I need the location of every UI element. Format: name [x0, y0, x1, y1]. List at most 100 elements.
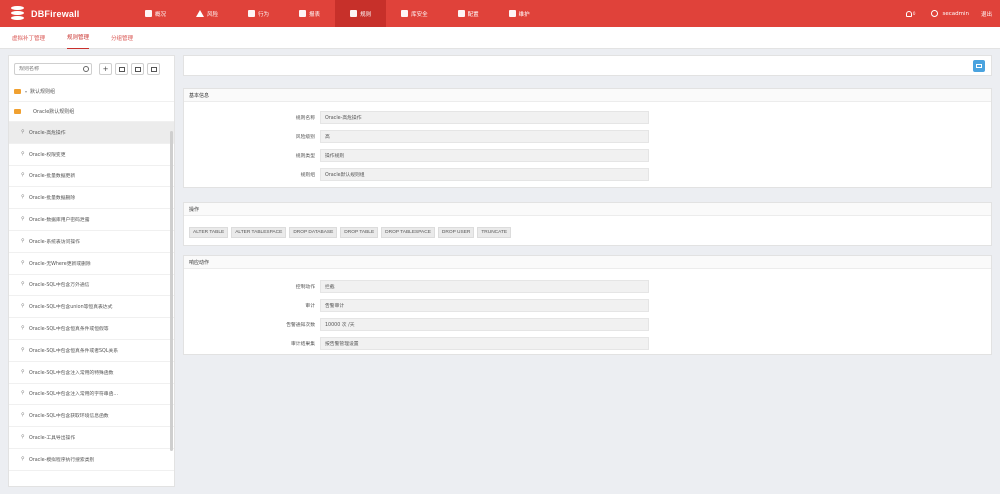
- audit-result-value: 按告警管理设置: [320, 337, 649, 350]
- folder-icon: [14, 89, 21, 94]
- operation-tag: DROP USER: [437, 227, 475, 238]
- tree-root-default-group[interactable]: ▾ 默认规则组: [9, 82, 174, 102]
- nav-item-maintain[interactable]: 维护: [494, 0, 545, 27]
- bell-icon[interactable]: [905, 10, 912, 17]
- rule-icon: [350, 10, 358, 17]
- tree-item[interactable]: ⚲ Oracle-工具导出操作: [9, 427, 174, 449]
- edit-button[interactable]: [973, 60, 985, 72]
- nav-item-db-security[interactable]: 库安全: [386, 0, 443, 27]
- tree-item[interactable]: ⚲ Oracle-批量数据删除: [9, 187, 174, 210]
- chevron-down-icon[interactable]: ▾: [25, 89, 27, 94]
- nav-item-report[interactable]: 报表: [284, 0, 335, 27]
- brand[interactable]: DBFirewall: [0, 5, 130, 23]
- copy-button[interactable]: [131, 63, 144, 75]
- tree-item[interactable]: ⚲ Oracle-SQL中包含注入常用的字符串函...: [9, 384, 174, 406]
- risk-level-value: 高: [320, 130, 649, 143]
- nav-item-behavior[interactable]: 行为: [233, 0, 284, 27]
- panel-title: 基本信息: [184, 89, 991, 102]
- tree-item[interactable]: ⚲ Oracle-高危操作: [9, 122, 174, 144]
- detail-toolbar: [183, 55, 992, 76]
- search-box: [14, 63, 92, 75]
- form-row: 告警通知次数 10000 次 /天: [184, 315, 991, 334]
- tree-item[interactable]: ⚲ Oracle-数据库用户密码泄露: [9, 209, 174, 231]
- form-row: 审计 告警审计: [184, 296, 991, 315]
- tree-item[interactable]: ⚲ Oracle-SQL中包含union等恒真表达式: [9, 296, 174, 319]
- audit-value: 告警审计: [320, 299, 649, 312]
- rule-icon: ⚲: [21, 237, 25, 244]
- rule-icon: ⚲: [21, 259, 25, 266]
- tree-item[interactable]: ⚲ Oracle-SQL中包含恒真条件或恒假等: [9, 318, 174, 340]
- rule-icon: ⚲: [21, 434, 25, 441]
- alert-count-value: 10000 次 /天: [320, 318, 649, 331]
- folder-icon: [14, 109, 21, 114]
- nav-item-risk[interactable]: 风险: [181, 0, 233, 27]
- nav-item-rule[interactable]: 规则: [335, 0, 387, 27]
- nav-item-overview[interactable]: 概况: [130, 0, 181, 27]
- tree-item[interactable]: ⚲ Oracle-权限变更: [9, 144, 174, 166]
- edit-icon: [976, 64, 982, 68]
- rule-icon: ⚲: [21, 150, 25, 157]
- new-folder-button[interactable]: [115, 63, 128, 75]
- nav-item-config[interactable]: 配置: [443, 0, 494, 27]
- tab-virtual-patch[interactable]: 虚拟补丁管理: [12, 27, 45, 49]
- search-input[interactable]: [19, 66, 81, 72]
- rule-icon: ⚲: [21, 216, 25, 223]
- rule-icon: ⚲: [21, 281, 25, 288]
- control-action-value: 拦截: [320, 280, 649, 293]
- tree-item[interactable]: ⚲ Oracle-模拟程序执行搜索类别: [9, 449, 174, 471]
- rule-icon: ⚲: [21, 412, 25, 419]
- tree-item[interactable]: ⚲ Oracle-SQL中包含获取环境信息函数: [9, 405, 174, 428]
- export-button[interactable]: [147, 63, 160, 75]
- rule-tree-panel: + ▾ 默认规则组 Oracle默认规则组 ⚲Oracle-高危操作 ⚲Orac…: [8, 55, 175, 487]
- tree-group-oracle[interactable]: Oracle默认规则组: [9, 102, 174, 122]
- operations-panel: 操作 ALTER TABLE ALTER TABLESPACE DROP DAT…: [183, 202, 992, 246]
- rule-icon: ⚲: [21, 303, 25, 310]
- wrench-icon: [457, 10, 465, 17]
- username[interactable]: secadmin: [942, 11, 969, 17]
- top-right-area: 0 secadmin 退出: [905, 10, 1000, 18]
- check-icon: [248, 10, 256, 17]
- operation-tag: DROP DATABASE: [289, 227, 338, 238]
- operation-tag: ALTER TABLE: [189, 227, 229, 238]
- form-row: 规则组 Oracle默认规则组: [184, 165, 991, 184]
- form-row: 风险级别高: [184, 127, 991, 146]
- tree-scrollbar[interactable]: [170, 131, 173, 451]
- operation-tag: DROP TABLESPACE: [381, 227, 435, 238]
- panel-title: 响应动作: [184, 256, 991, 269]
- tree-item[interactable]: ⚲ Oracle-批量数据更新: [9, 166, 174, 188]
- operation-tag: ALTER TABLESPACE: [231, 227, 287, 238]
- tree-item[interactable]: ⚲ Oracle-SQL中包含恒真条件或者SQL关系: [9, 340, 174, 362]
- monitor-icon: [508, 10, 516, 17]
- basic-info-panel: 基本信息 规则名称 Oracle-高危操作 风险级别高 规则类型 操作规则 规则组 O…: [183, 88, 992, 188]
- user-icon: [931, 10, 939, 17]
- tree-item[interactable]: ⚲ Oracle-无Where更新或删除: [9, 253, 174, 275]
- folder-icon: [118, 66, 125, 72]
- rule-icon: ⚲: [21, 325, 25, 332]
- form-row: 审计结果集 按告警管理设置: [184, 334, 991, 353]
- tab-rule-management[interactable]: 规则管理: [67, 27, 90, 49]
- operation-tag: TRUNCATE: [477, 227, 512, 238]
- operation-tags: ALTER TABLE ALTER TABLESPACE DROP DATABA…: [184, 216, 991, 249]
- copy-icon: [134, 66, 141, 72]
- top-navbar: DBFirewall 概况 风险 行为 报表 规则 库安全 配置 维护 0 se…: [0, 0, 1000, 27]
- logout-link[interactable]: 退出: [981, 10, 992, 18]
- main-nav: 概况 风险 行为 报表 规则 库安全 配置 维护: [130, 0, 545, 27]
- rule-icon: ⚲: [21, 455, 25, 462]
- rule-tree: ▾ 默认规则组 Oracle默认规则组 ⚲ Oracle-高危操作 ⚲ Oracle…: [9, 82, 174, 471]
- operation-tag: DROP TABLE: [340, 227, 379, 238]
- tree-item[interactable]: ⚲ Oracle-SQL中包含注入常用的特殊函数: [9, 362, 174, 384]
- response-panel: 响应动作 控制动作 拦截 审计 告警审计 告警通知次数 10000 次 /天 审计结果…: [183, 255, 992, 355]
- rule-icon: ⚲: [21, 194, 25, 201]
- rule-name-value: Oracle-高危操作: [320, 111, 649, 124]
- tree-item[interactable]: ⚲ Oracle-SQL中包含万外通信: [9, 275, 174, 297]
- rule-icon: ⚲: [21, 390, 25, 397]
- tree-item[interactable]: ⚲ Oracle-系统表访问操作: [9, 231, 174, 253]
- tab-group-management[interactable]: 分组管理: [111, 27, 133, 49]
- add-button[interactable]: +: [99, 63, 112, 75]
- rule-icon: ⚲: [21, 346, 25, 353]
- search-icon[interactable]: [83, 66, 89, 72]
- sub-tabs: 虚拟补丁管理 规则管理 分组管理: [0, 27, 1000, 49]
- panel-title: 操作: [184, 203, 991, 216]
- database-logo-icon: [10, 5, 26, 23]
- export-icon: [150, 66, 157, 72]
